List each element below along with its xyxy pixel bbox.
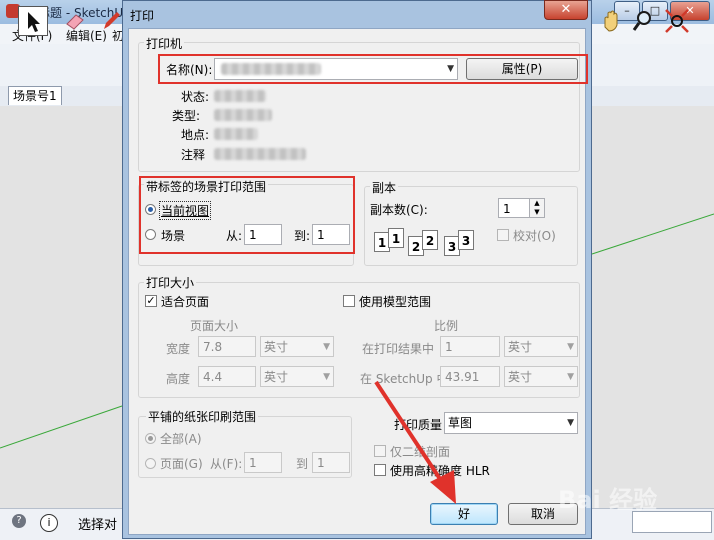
current-view-label[interactable]: 当前视图 (159, 201, 212, 220)
height-unit-select[interactable]: 英寸 ▼ (260, 366, 334, 387)
width-label: 宽度 (166, 342, 191, 356)
scene-from-label: 从: (226, 229, 243, 243)
scene-to-label: 到: (294, 229, 311, 243)
copies-group (364, 186, 578, 266)
collate-page-2b-icon: 2 (422, 230, 438, 250)
printer-type-value (214, 109, 272, 121)
baidu-watermark: Bai 经验 (558, 486, 658, 514)
chevron-down-icon: ▼ (323, 372, 330, 382)
printer-comment-label: 注释 (181, 148, 206, 162)
in-printout-unit-select[interactable]: 英寸 ▼ (504, 336, 578, 357)
eraser-tool-icon[interactable] (60, 6, 90, 36)
tiled-from-input[interactable]: 1 (244, 452, 282, 473)
chevron-down-icon: ▼ (567, 372, 574, 382)
scene-from-input[interactable]: 1 (244, 224, 282, 245)
copies-legend: 副本 (370, 179, 399, 196)
fit-page-checkbox[interactable]: ✓ (145, 295, 157, 307)
info-icon[interactable]: i (40, 514, 58, 532)
tiled-all-label: 全部(A) (160, 432, 202, 446)
tiled-pages-radio[interactable] (145, 458, 156, 469)
width-unit-select[interactable]: 英寸 ▼ (260, 336, 334, 357)
chevron-down-icon: ▼ (567, 418, 574, 428)
pan-tool-icon[interactable] (596, 6, 626, 36)
in-printout-input[interactable]: 1 (440, 336, 500, 357)
in-printout-unit-value: 英寸 (508, 340, 533, 354)
copies-spinner[interactable]: ▲ ▼ (529, 198, 545, 218)
in-sketchup-unit-value: 英寸 (508, 370, 533, 384)
printer-name-select[interactable]: ▼ (214, 58, 458, 80)
tiled-all-radio[interactable] (145, 433, 156, 444)
annotation-arrow-icon (374, 380, 456, 504)
printer-where-value (214, 128, 258, 140)
model-extents-label: 使用模型范围 (359, 295, 432, 309)
printer-status-label: 状态: (181, 90, 210, 104)
scenes-radio[interactable] (145, 229, 156, 240)
page-size-label: 页面大小 (190, 319, 239, 333)
zoom-extents-icon[interactable] (662, 6, 692, 36)
status-text: 选择对 (78, 518, 118, 533)
fit-page-label: 适合页面 (161, 295, 210, 309)
width-unit-value: 英寸 (264, 340, 289, 354)
collate-label: 校对(O) (513, 229, 556, 243)
copies-count-label: 副本数(C): (370, 203, 428, 217)
in-sketchup-unit-select[interactable]: 英寸 ▼ (504, 366, 578, 387)
copies-count-input[interactable]: 1 (498, 198, 530, 218)
window-controls: – □ ✕ (612, 1, 710, 21)
chevron-down-icon: ▼ (447, 64, 454, 74)
scene-tab[interactable]: 场景号1 (8, 86, 62, 105)
chevron-down-icon: ▼ (323, 342, 330, 352)
height-unit-value: 英寸 (264, 370, 289, 384)
height-input[interactable]: 4.4 (198, 366, 256, 387)
current-view-radio[interactable] (145, 204, 156, 215)
scale-label: 比例 (434, 319, 459, 333)
tiled-to-input[interactable]: 1 (312, 452, 350, 473)
chevron-down-icon: ▼ (567, 342, 574, 352)
tiled-pages-label: 页面(G) (160, 457, 203, 471)
tiled-range-legend: 平铺的纸张印刷范围 (146, 408, 259, 425)
printer-name-label: 名称(N): (166, 63, 213, 77)
in-printout-label: 在打印结果中 (362, 342, 435, 356)
collate-checkbox[interactable] (497, 229, 509, 241)
scenes-label[interactable]: 场景 (161, 227, 185, 244)
dialog-close-button[interactable]: ✕ (544, 0, 588, 20)
print-size-legend: 打印大小 (144, 274, 197, 291)
printer-legend: 打印机 (144, 35, 185, 52)
dialog-title: 打印 (130, 9, 155, 23)
collate-page-1b-icon: 1 (388, 228, 404, 248)
width-input[interactable]: 7.8 (198, 336, 256, 357)
printer-comment-value (214, 148, 306, 160)
zoom-tool-icon[interactable] (628, 6, 658, 36)
height-label: 高度 (166, 372, 191, 386)
model-extents-checkbox[interactable] (343, 295, 355, 307)
scene-to-input[interactable]: 1 (312, 224, 350, 245)
tiled-from-label: 从(F): (210, 457, 243, 471)
collate-page-3b-icon: 3 (458, 230, 474, 250)
printer-where-label: 地点: (181, 128, 210, 142)
help-icon[interactable]: ? (12, 514, 26, 528)
scene-range-legend: 带标签的场景打印范围 (144, 178, 269, 195)
printer-type-label: 类型: (172, 109, 201, 123)
printer-name-blurred (221, 63, 321, 75)
select-tool-icon[interactable] (18, 6, 48, 36)
printer-status-value (214, 90, 266, 102)
tiled-to-label: 到 (296, 457, 309, 471)
properties-button[interactable]: 属性(P) (466, 58, 578, 80)
